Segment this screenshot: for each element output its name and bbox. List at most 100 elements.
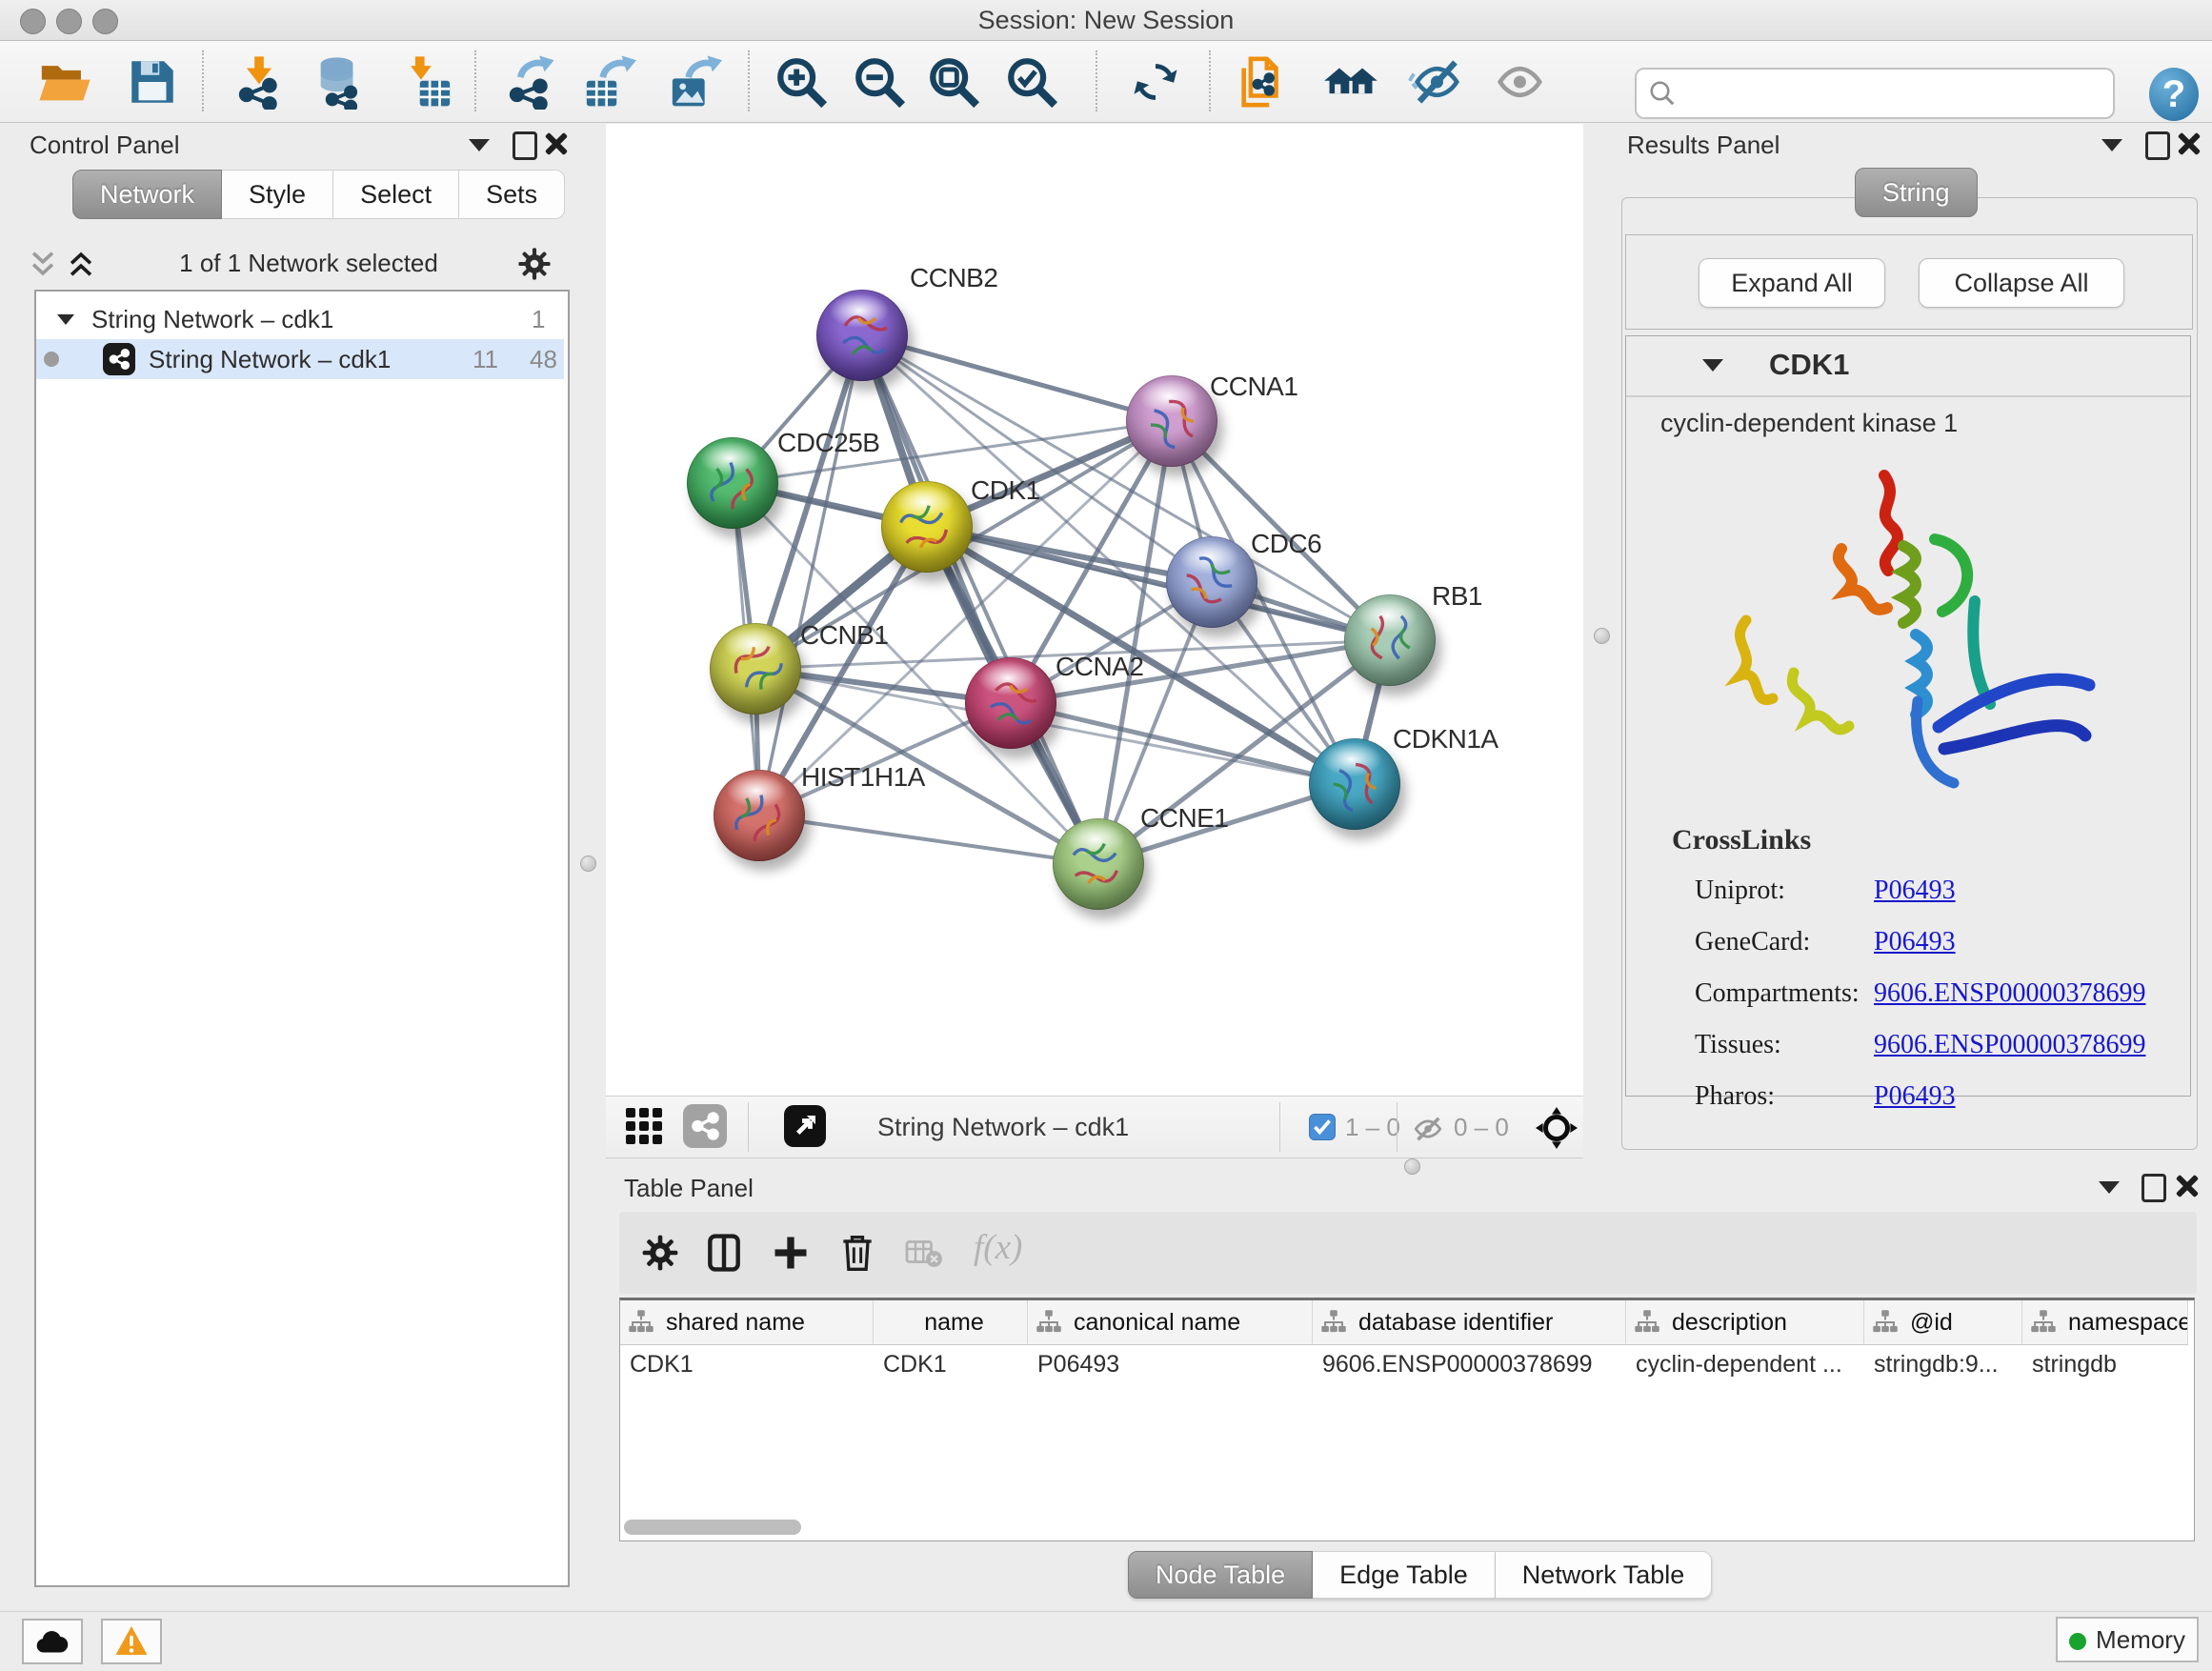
control-tab-style[interactable]: Style (222, 170, 333, 219)
column-header-canonical-name[interactable]: canonical name (1028, 1300, 1313, 1344)
node-table-data-row[interactable]: CDK1CDK1P064939606.ENSP00000378699cyclin… (620, 1345, 2188, 1383)
memory-button[interactable]: Memory (2056, 1617, 2199, 1662)
hide-selection-eye-icon[interactable] (1408, 54, 1463, 110)
control-tab-network[interactable]: Network (72, 170, 222, 219)
save-session-icon[interactable] (125, 54, 180, 110)
network-node-RB1[interactable] (1344, 594, 1436, 686)
results-panel-close-icon[interactable] (2176, 131, 2201, 156)
cloud-status-button[interactable] (22, 1619, 83, 1664)
crosslink-value-link[interactable]: 9606.ENSP00000378699 (1874, 1030, 2145, 1060)
table-panel-collapse-icon[interactable] (2099, 1181, 2120, 1194)
gene-collapse-icon[interactable] (1702, 359, 1723, 372)
crosslink-value-link[interactable]: P06493 (1874, 1081, 1956, 1112)
network-node-CCNE1[interactable] (1053, 818, 1144, 910)
table-cell-name[interactable]: CDK1 (874, 1345, 1028, 1383)
table-cell-namespace[interactable]: stringdb (2022, 1345, 2188, 1383)
network-node-CDKN1A[interactable] (1309, 738, 1400, 830)
table-panel-tabs: Node TableEdge TableNetwork Table (1128, 1551, 1712, 1599)
hidden-eye-icon[interactable] (1411, 1112, 1445, 1146)
search-field[interactable] (1635, 68, 2115, 119)
select-columns-icon[interactable] (703, 1231, 745, 1275)
table-panel-float-icon[interactable] (2142, 1174, 2166, 1202)
expand-all-chevron-icon[interactable] (65, 248, 97, 280)
results-tab-string[interactable]: String (1855, 168, 1978, 217)
zoom-selected-icon[interactable] (1004, 54, 1059, 110)
export-network-icon[interactable] (502, 54, 557, 110)
grid-view-icon[interactable] (626, 1108, 662, 1144)
zoom-fit-icon[interactable] (926, 54, 981, 110)
column-header-description[interactable]: description (1626, 1300, 1864, 1344)
left-splitter-handle[interactable] (580, 856, 596, 872)
table-cell-description[interactable]: cyclin-dependent ... (1626, 1345, 1864, 1383)
table-tab-node-table[interactable]: Node Table (1128, 1551, 1313, 1599)
control-tab-sets[interactable]: Sets (459, 170, 565, 219)
network-node-CCNA1[interactable] (1126, 375, 1217, 467)
control-panel-collapse-icon[interactable] (469, 139, 490, 151)
export-image-icon[interactable] (668, 54, 723, 110)
delete-column-icon[interactable] (836, 1229, 878, 1275)
crosslink-value-link[interactable]: P06493 (1874, 876, 1956, 906)
table-cell-@id[interactable]: stringdb:9... (1864, 1345, 2022, 1383)
network-node-CCNB2[interactable] (816, 290, 908, 381)
table-cell-canonical-name[interactable]: P06493 (1028, 1345, 1313, 1383)
network-tree-root-row[interactable]: String Network – cdk1 1 (36, 299, 564, 339)
crosslink-value-link[interactable]: P06493 (1874, 927, 1956, 957)
network-options-gear-icon[interactable] (516, 246, 553, 282)
right-splitter-handle[interactable] (1594, 628, 1610, 644)
crosshair-navigate-icon[interactable] (1535, 1106, 1579, 1150)
column-header-name[interactable]: name (874, 1300, 1028, 1344)
expand-all-button[interactable]: Expand All (1699, 258, 1885, 308)
table-tab-edge-table[interactable]: Edge Table (1313, 1551, 1496, 1599)
table-cell-database-identifier[interactable]: 9606.ENSP00000378699 (1313, 1345, 1626, 1383)
help-button[interactable]: ? (2149, 68, 2199, 121)
search-input[interactable] (1686, 73, 2100, 111)
network-node-CDC25B[interactable] (687, 437, 778, 529)
results-panel-float-icon[interactable] (2145, 131, 2170, 160)
warning-status-button[interactable] (101, 1619, 162, 1664)
collapse-all-chevron-icon[interactable] (27, 248, 59, 280)
zoom-out-icon[interactable] (852, 54, 907, 110)
control-panel-float-icon[interactable] (513, 131, 537, 160)
results-panel-collapse-icon[interactable] (2101, 139, 2122, 151)
refresh-layout-icon[interactable] (1128, 54, 1183, 110)
export-table-icon[interactable] (582, 54, 637, 110)
table-panel-close-icon[interactable] (2174, 1174, 2199, 1198)
column-header-database-identifier[interactable]: database identifier (1313, 1300, 1626, 1344)
network-node-CDK1[interactable] (881, 481, 973, 573)
network-edge[interactable] (759, 335, 862, 815)
network-node-label-CCNB2: CCNB2 (910, 263, 997, 293)
table-cell-shared-name[interactable]: CDK1 (620, 1345, 874, 1383)
table-gear-icon[interactable] (640, 1233, 680, 1273)
network-node-CCNA2[interactable] (965, 657, 1056, 749)
open-session-icon[interactable] (37, 54, 92, 110)
table-panel-title: Table Panel (624, 1174, 754, 1203)
collapse-all-button[interactable]: Collapse All (1919, 258, 2124, 308)
birds-eye-view-icon[interactable] (784, 1105, 826, 1147)
network-share-icon[interactable] (683, 1104, 727, 1148)
add-column-icon[interactable] (770, 1231, 812, 1275)
crosslink-value-link[interactable]: 9606.ENSP00000378699 (1874, 978, 2145, 1009)
column-header-shared-name[interactable]: shared name (620, 1300, 874, 1344)
column-header-@id[interactable]: @id (1864, 1300, 2022, 1344)
gene-section-header[interactable]: CDK1 (1626, 336, 2190, 397)
network-node-count: 11 (473, 339, 498, 379)
import-network-from-database-icon[interactable] (312, 54, 367, 110)
share-document-icon[interactable] (1235, 54, 1290, 110)
table-tab-network-table[interactable]: Network Table (1496, 1551, 1713, 1599)
column-header-namespace[interactable]: namespace (2022, 1300, 2188, 1344)
control-panel-close-icon[interactable] (543, 131, 568, 156)
import-table-icon[interactable] (399, 54, 454, 110)
home-icon[interactable] (1323, 54, 1378, 110)
bottom-splitter-handle[interactable] (1404, 1158, 1420, 1175)
network-tree-child-row[interactable]: String Network – cdk1 11 48 (36, 339, 564, 379)
table-horizontal-scrollbar[interactable] (624, 1520, 801, 1535)
control-tab-select[interactable]: Select (333, 170, 459, 219)
tree-expand-icon[interactable] (57, 314, 74, 325)
network-node-CCNB1[interactable] (710, 623, 801, 715)
network-node-HIST1H1A[interactable] (714, 770, 805, 861)
network-node-CDC6[interactable] (1166, 536, 1257, 628)
zoom-in-icon[interactable] (774, 54, 829, 110)
selected-nodes-checkbox[interactable] (1309, 1114, 1336, 1140)
network-canvas[interactable]: CCNB2 CCNA1 CDC25B CDK1 CDC6 RB1 (606, 124, 1583, 1096)
import-network-icon[interactable] (231, 54, 287, 110)
